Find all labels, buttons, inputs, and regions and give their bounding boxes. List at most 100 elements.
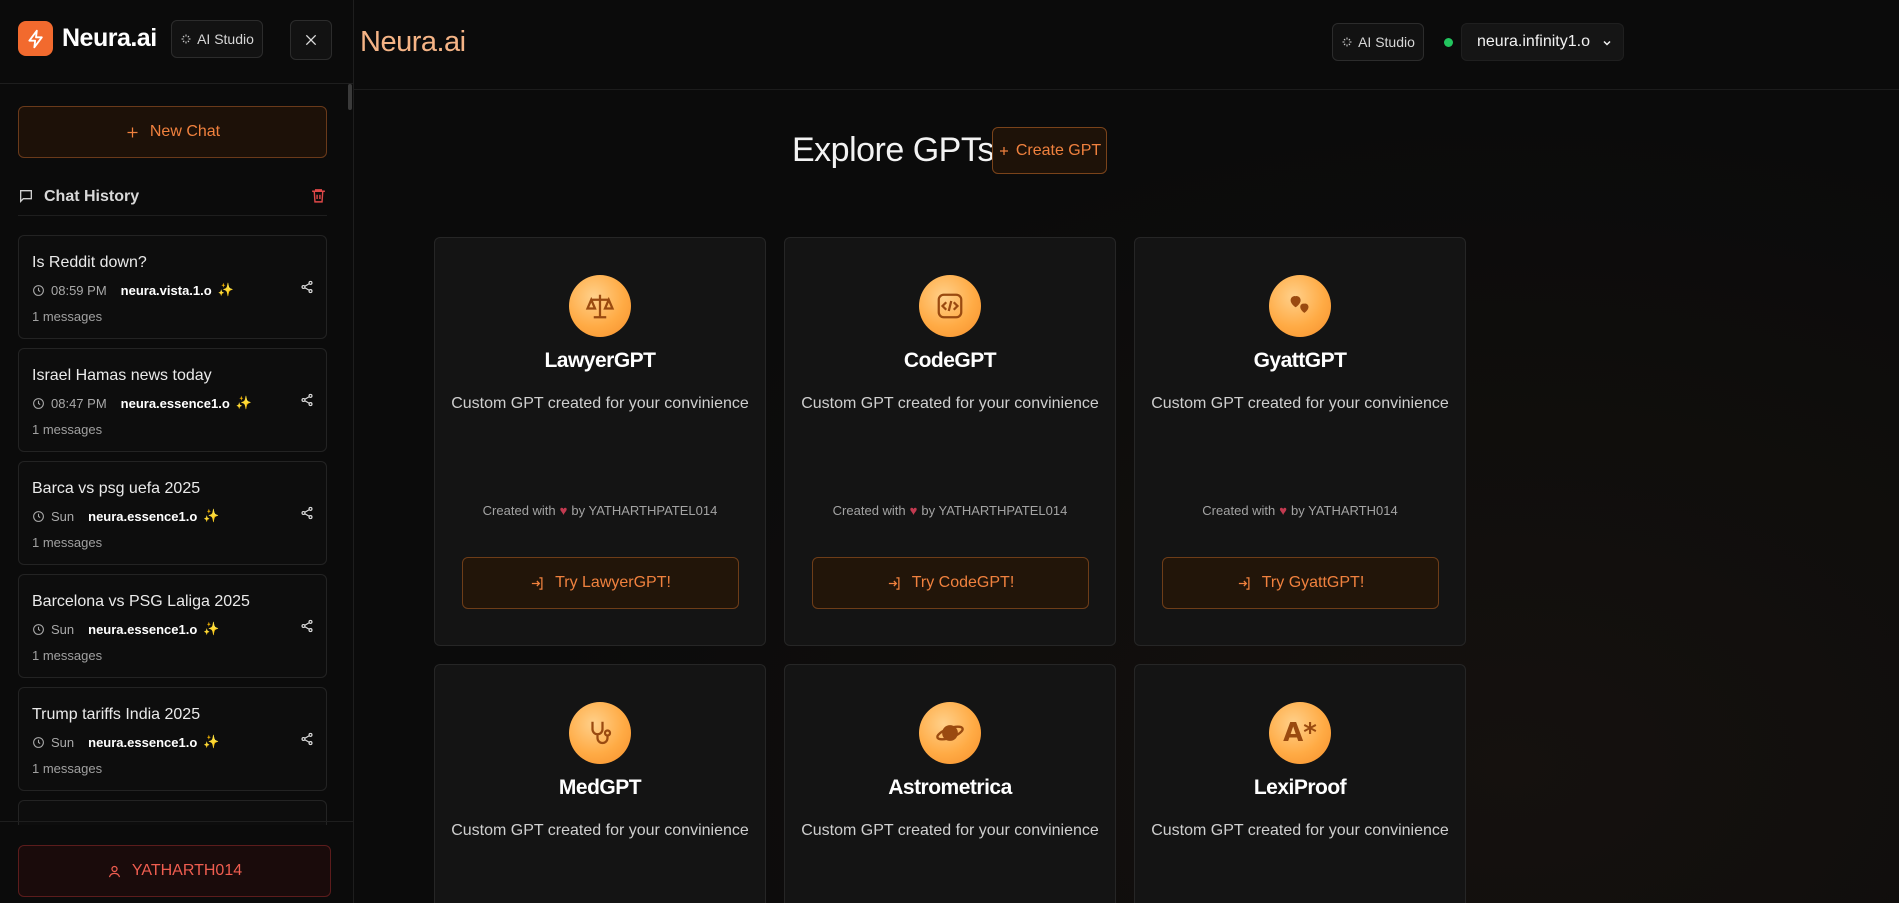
trash-icon[interactable]	[310, 186, 327, 205]
user-profile-button[interactable]: YATHARTH014	[18, 845, 331, 897]
logo-text: Neura.ai	[62, 24, 157, 52]
model-select[interactable]: neura.infinity1.o	[1461, 23, 1624, 61]
sidebar-footer: YATHARTH014	[0, 821, 353, 903]
try-gpt-label: Try LawyerGPT!	[555, 574, 671, 591]
gpt-description: Custom GPT created for your convinience	[801, 822, 1099, 839]
close-icon	[305, 34, 317, 46]
credit-prefix: Created with	[1202, 503, 1276, 518]
plus-icon	[999, 146, 1008, 155]
chat-time: 08:59 PM	[51, 282, 107, 298]
chat-message-count: 1 messages	[32, 309, 103, 324]
chat-model: neura.essence1.o	[88, 621, 198, 637]
ai-studio-button[interactable]: AI Studio	[1332, 23, 1424, 61]
chat-history-header: Chat History	[18, 184, 327, 216]
gpt-description: Custom GPT created for your convinience	[451, 822, 749, 839]
chat-meta: Sun neura.essence1.o ✨	[32, 621, 219, 637]
chat-model: neura.essence1.o	[120, 395, 230, 411]
chat-model: neura.essence1.o	[88, 734, 198, 750]
try-gpt-label: Try CodeGPT!	[911, 574, 1015, 591]
sparkles-icon: ✨	[203, 734, 220, 749]
gpt-credit: Created with ♥ by YATHARTHPATEL014	[785, 503, 1115, 518]
share-icon[interactable]	[300, 280, 314, 294]
scale-icon	[569, 275, 631, 337]
chat-history-title: Chat History	[44, 188, 140, 205]
try-gpt-button[interactable]: Try LawyerGPT!	[462, 557, 739, 609]
clock-icon	[33, 397, 44, 409]
chat-title: Trump tariffs India 2025	[32, 706, 201, 723]
share-icon[interactable]	[300, 732, 314, 746]
new-chat-button[interactable]: New Chat	[18, 106, 327, 158]
chat-title: Barcelona vs PSG Laliga 2025	[32, 593, 250, 610]
ai-studio-button[interactable]: AI Studio	[171, 20, 263, 58]
gpt-name: LawyerGPT	[544, 349, 656, 372]
gpt-name: GyattGPT	[1253, 349, 1347, 372]
gpt-card-medgpt: MedGPT Custom GPT created for your convi…	[434, 664, 766, 903]
top-bar: Neura.ai AI Studio neura.infinity1.o	[354, 0, 1899, 90]
chat-message-count: 1 messages	[32, 422, 103, 437]
ai-studio-label: AI Studio	[1358, 34, 1415, 50]
create-gpt-button[interactable]: Create GPT	[992, 127, 1107, 174]
close-sidebar-button[interactable]	[290, 20, 332, 60]
page-title: Explore GPTs	[792, 131, 994, 169]
clock-icon	[33, 284, 44, 296]
hearts-icon	[1269, 275, 1331, 337]
sparkles-icon: ✨	[203, 508, 220, 523]
logo-bolt-icon	[18, 21, 53, 56]
clock-icon	[33, 510, 44, 522]
gpt-description: Custom GPT created for your convinience	[1151, 395, 1449, 412]
chat-item[interactable]: Trump tariffs India 2025 Sun neura.essen…	[18, 687, 327, 791]
code-icon	[919, 275, 981, 337]
sparkles-icon: ✨	[217, 282, 234, 297]
credit-author: by YATHARTHPATEL014	[571, 503, 718, 518]
chat-meta: Sun neura.essence1.o ✨	[32, 508, 219, 524]
chat-title: Israel Hamas news today	[32, 367, 212, 384]
gpt-description: Custom GPT created for your convinience	[801, 395, 1099, 412]
chat-item[interactable]: Is Reddit down? 08:59 PM neura.vista.1.o…	[18, 235, 327, 339]
gpt-card-codegpt: CodeGPT Custom GPT created for your conv…	[784, 237, 1116, 646]
sparkle-icon	[1342, 37, 1352, 47]
chat-item[interactable]: Barcelona vs PSG Laliga 2025 Sun neura.e…	[18, 574, 327, 678]
credit-prefix: Created with	[832, 503, 906, 518]
chat-meta: 08:59 PM neura.vista.1.o ✨	[32, 282, 234, 298]
chat-item[interactable]: Israel Hamas news today 08:47 PM neura.e…	[18, 348, 327, 452]
gpt-name: MedGPT	[558, 776, 642, 799]
sparkle-icon	[181, 34, 191, 44]
try-gpt-button[interactable]: Try CodeGPT!	[812, 557, 1089, 609]
clock-icon	[33, 736, 44, 748]
app-root: Neura.ai AI Studio New Chat Chat History…	[0, 0, 1899, 903]
planet-icon	[919, 702, 981, 764]
chat-model: neura.essence1.o	[88, 508, 198, 524]
plus-icon	[127, 127, 138, 137]
try-gpt-button[interactable]: Try GyattGPT!	[1162, 557, 1439, 609]
share-icon[interactable]	[300, 619, 314, 633]
text-a-icon: A*	[1269, 702, 1331, 764]
credit-author: by YATHARTHPATEL014	[921, 503, 1068, 518]
online-status-dot	[1444, 38, 1453, 47]
model-select-value: neura.infinity1.o	[1477, 33, 1590, 50]
gpt-card-lawyergpt: LawyerGPT Custom GPT created for your co…	[434, 237, 766, 646]
sidebar-scrollbar[interactable]	[348, 84, 352, 110]
ai-studio-label: AI Studio	[197, 31, 254, 47]
login-arrow-icon	[1238, 576, 1250, 590]
chat-item[interactable]: Barca vs psg uefa 2025 Sun neura.essence…	[18, 461, 327, 565]
gpt-credit: Created with ♥ by YATHARTH014	[1135, 503, 1465, 518]
sparkles-icon: ✨	[235, 395, 252, 410]
stethoscope-icon	[569, 702, 631, 764]
chat-model: neura.vista.1.o	[120, 282, 212, 298]
chevron-down-icon	[1603, 40, 1611, 46]
credit-prefix: Created with	[482, 503, 556, 518]
chat-meta: 08:47 PM neura.essence1.o ✨	[32, 395, 252, 411]
share-icon[interactable]	[300, 393, 314, 407]
gpt-description: Custom GPT created for your convinience	[451, 395, 749, 412]
new-chat-label: New Chat	[149, 123, 221, 140]
chat-title: Barca vs psg uefa 2025	[32, 480, 201, 497]
heart-icon: ♥	[1279, 503, 1287, 518]
chat-title: Is Reddit down?	[32, 254, 147, 271]
sidebar: Neura.ai AI Studio New Chat Chat History…	[0, 0, 354, 903]
chat-message-count: 1 messages	[32, 761, 103, 776]
brand-title: Neura.ai	[360, 26, 466, 58]
gpt-card-lexiproof: A* LexiProof Custom GPT created for your…	[1134, 664, 1466, 903]
chat-history-list: Is Reddit down? 08:59 PM neura.vista.1.o…	[18, 235, 327, 825]
sidebar-header: Neura.ai AI Studio	[0, 0, 353, 84]
share-icon[interactable]	[300, 506, 314, 520]
